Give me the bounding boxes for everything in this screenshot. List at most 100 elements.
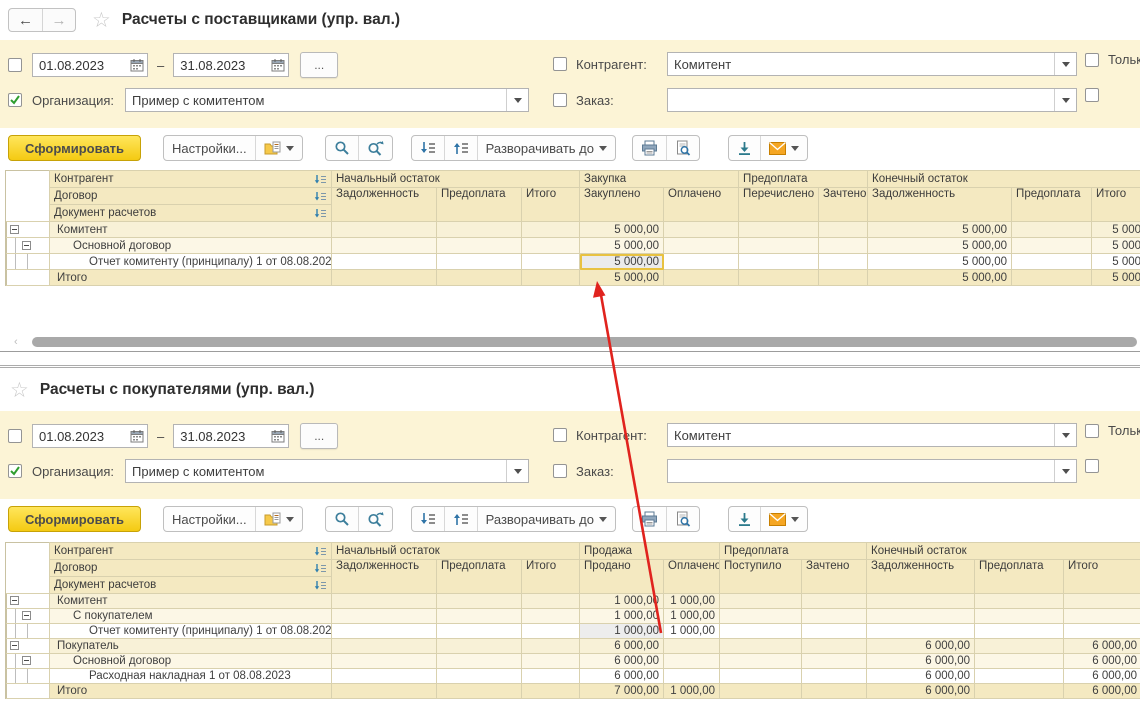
- amount-cell[interactable]: 5 000,00: [868, 270, 1012, 286]
- row-label-cell[interactable]: Отчет комитенту (принципалу) 1 от 08.08.…: [50, 254, 332, 270]
- column-group-header[interactable]: Начальный остаток: [332, 543, 580, 560]
- column-header[interactable]: Итого: [1064, 560, 1140, 594]
- column-header[interactable]: Предоплата: [437, 560, 522, 594]
- sort-icon[interactable]: [314, 174, 327, 185]
- amount-cell[interactable]: [975, 684, 1064, 699]
- column-header[interactable]: Поступило: [720, 560, 802, 594]
- column-header[interactable]: Контрагент: [50, 171, 332, 188]
- amount-cell[interactable]: [1012, 238, 1092, 254]
- amount-cell[interactable]: 6 000,00: [580, 654, 664, 669]
- column-header[interactable]: Продано: [580, 560, 664, 594]
- sort-icon[interactable]: [314, 580, 327, 591]
- amount-cell[interactable]: [1064, 624, 1140, 639]
- column-header[interactable]: Предоплата: [1012, 188, 1092, 222]
- print-preview-icon[interactable]: [666, 136, 699, 160]
- expand-to-button[interactable]: Разворачивать до: [477, 507, 615, 531]
- amount-cell[interactable]: [332, 609, 437, 624]
- amount-cell[interactable]: 5 000,00: [1092, 254, 1140, 270]
- order-checkbox[interactable]: [553, 464, 567, 478]
- grid-total-row[interactable]: Итого7 000,001 000,006 000,006 000,00: [7, 684, 1140, 699]
- amount-cell[interactable]: [522, 270, 580, 286]
- amount-cell[interactable]: 5 000,00: [580, 270, 664, 286]
- amount-cell[interactable]: 5 000,00: [580, 238, 664, 254]
- print-icon[interactable]: [633, 136, 666, 160]
- save-icon[interactable]: [729, 136, 760, 160]
- grid-document-row[interactable]: Отчет комитенту (принципалу) 1 от 08.08.…: [7, 254, 1140, 270]
- row-label-cell[interactable]: Покупатель: [50, 639, 332, 654]
- amount-cell[interactable]: 1 000,00: [664, 684, 720, 699]
- amount-cell[interactable]: [975, 669, 1064, 684]
- org-checkbox[interactable]: [8, 464, 22, 478]
- amount-cell[interactable]: 6 000,00: [867, 654, 975, 669]
- extra-checkbox[interactable]: [1085, 459, 1099, 473]
- row-label-cell[interactable]: Комитент: [50, 222, 332, 238]
- column-header[interactable]: Предоплата: [975, 560, 1064, 594]
- collapse-minus-icon[interactable]: [10, 225, 19, 234]
- sort-icon[interactable]: [314, 563, 327, 574]
- amount-cell[interactable]: [522, 639, 580, 654]
- grid-document-row[interactable]: Расходная накладная 1 от 08.08.20236 000…: [7, 669, 1140, 684]
- amount-cell[interactable]: [1012, 254, 1092, 270]
- column-header[interactable]: Задолженность: [868, 188, 1012, 222]
- amount-cell[interactable]: [867, 609, 975, 624]
- favorite-star-icon[interactable]: ☆: [92, 10, 111, 31]
- amount-cell[interactable]: [437, 684, 522, 699]
- column-group-header[interactable]: Предоплата: [739, 171, 868, 188]
- amount-cell[interactable]: [522, 238, 580, 254]
- column-header[interactable]: Зачтено: [802, 560, 867, 594]
- column-group-header[interactable]: Конечный остаток: [868, 171, 1140, 188]
- chevron-down-icon[interactable]: [1054, 460, 1076, 482]
- amount-cell[interactable]: [720, 654, 802, 669]
- grid-group-row[interactable]: Комитент1 000,001 000,00: [7, 594, 1140, 609]
- column-header[interactable]: Перечислено: [739, 188, 819, 222]
- amount-cell[interactable]: [720, 639, 802, 654]
- amount-cell[interactable]: [802, 594, 867, 609]
- amount-cell[interactable]: 1 000,00: [664, 624, 720, 639]
- save-icon[interactable]: [729, 507, 760, 531]
- period-more-button[interactable]: ...: [300, 52, 338, 78]
- collapse-minus-icon[interactable]: [22, 241, 31, 250]
- column-header[interactable]: Контрагент: [50, 543, 332, 560]
- amount-cell[interactable]: [332, 654, 437, 669]
- calendar-icon[interactable]: [127, 425, 147, 447]
- collapse-minus-icon[interactable]: [22, 611, 31, 620]
- scrollbar-thumb[interactable]: [32, 337, 1137, 347]
- column-header[interactable]: Документ расчетов: [50, 577, 332, 594]
- chevron-down-icon[interactable]: [506, 460, 528, 482]
- amount-cell[interactable]: [720, 609, 802, 624]
- search-icon[interactable]: [326, 507, 358, 531]
- amount-cell[interactable]: [802, 684, 867, 699]
- calendar-icon[interactable]: [269, 425, 289, 447]
- row-label-cell[interactable]: Комитент: [50, 594, 332, 609]
- amount-cell[interactable]: [332, 222, 437, 238]
- amount-cell[interactable]: 6 000,00: [867, 639, 975, 654]
- amount-cell[interactable]: [332, 669, 437, 684]
- only-checkbox[interactable]: [1085, 53, 1099, 67]
- amount-cell[interactable]: [522, 222, 580, 238]
- horizontal-scrollbar[interactable]: ‹: [6, 337, 1140, 348]
- amount-cell[interactable]: [802, 639, 867, 654]
- amount-cell[interactable]: 5 000,00: [1092, 270, 1140, 286]
- generate-button[interactable]: Сформировать: [8, 506, 141, 532]
- amount-cell[interactable]: [664, 270, 739, 286]
- report-variants-button[interactable]: [255, 136, 302, 160]
- amount-cell[interactable]: [975, 624, 1064, 639]
- sort-icon[interactable]: [314, 191, 327, 202]
- amount-cell[interactable]: [522, 684, 580, 699]
- row-label-cell[interactable]: Основной договор: [50, 238, 332, 254]
- amount-cell[interactable]: [802, 654, 867, 669]
- favorite-star-icon[interactable]: ☆: [10, 380, 29, 401]
- expand-groups-icon[interactable]: [444, 136, 477, 160]
- amount-cell[interactable]: [802, 624, 867, 639]
- amount-cell[interactable]: [720, 684, 802, 699]
- amount-cell[interactable]: [522, 254, 580, 270]
- column-header[interactable]: Итого: [522, 560, 580, 594]
- amount-cell[interactable]: [739, 270, 819, 286]
- amount-cell[interactable]: [332, 270, 437, 286]
- amount-cell[interactable]: [975, 609, 1064, 624]
- amount-cell[interactable]: [819, 238, 868, 254]
- amount-cell[interactable]: [819, 222, 868, 238]
- column-header[interactable]: Договор: [50, 560, 332, 577]
- amount-cell[interactable]: [975, 639, 1064, 654]
- column-header[interactable]: Итого: [1092, 188, 1140, 222]
